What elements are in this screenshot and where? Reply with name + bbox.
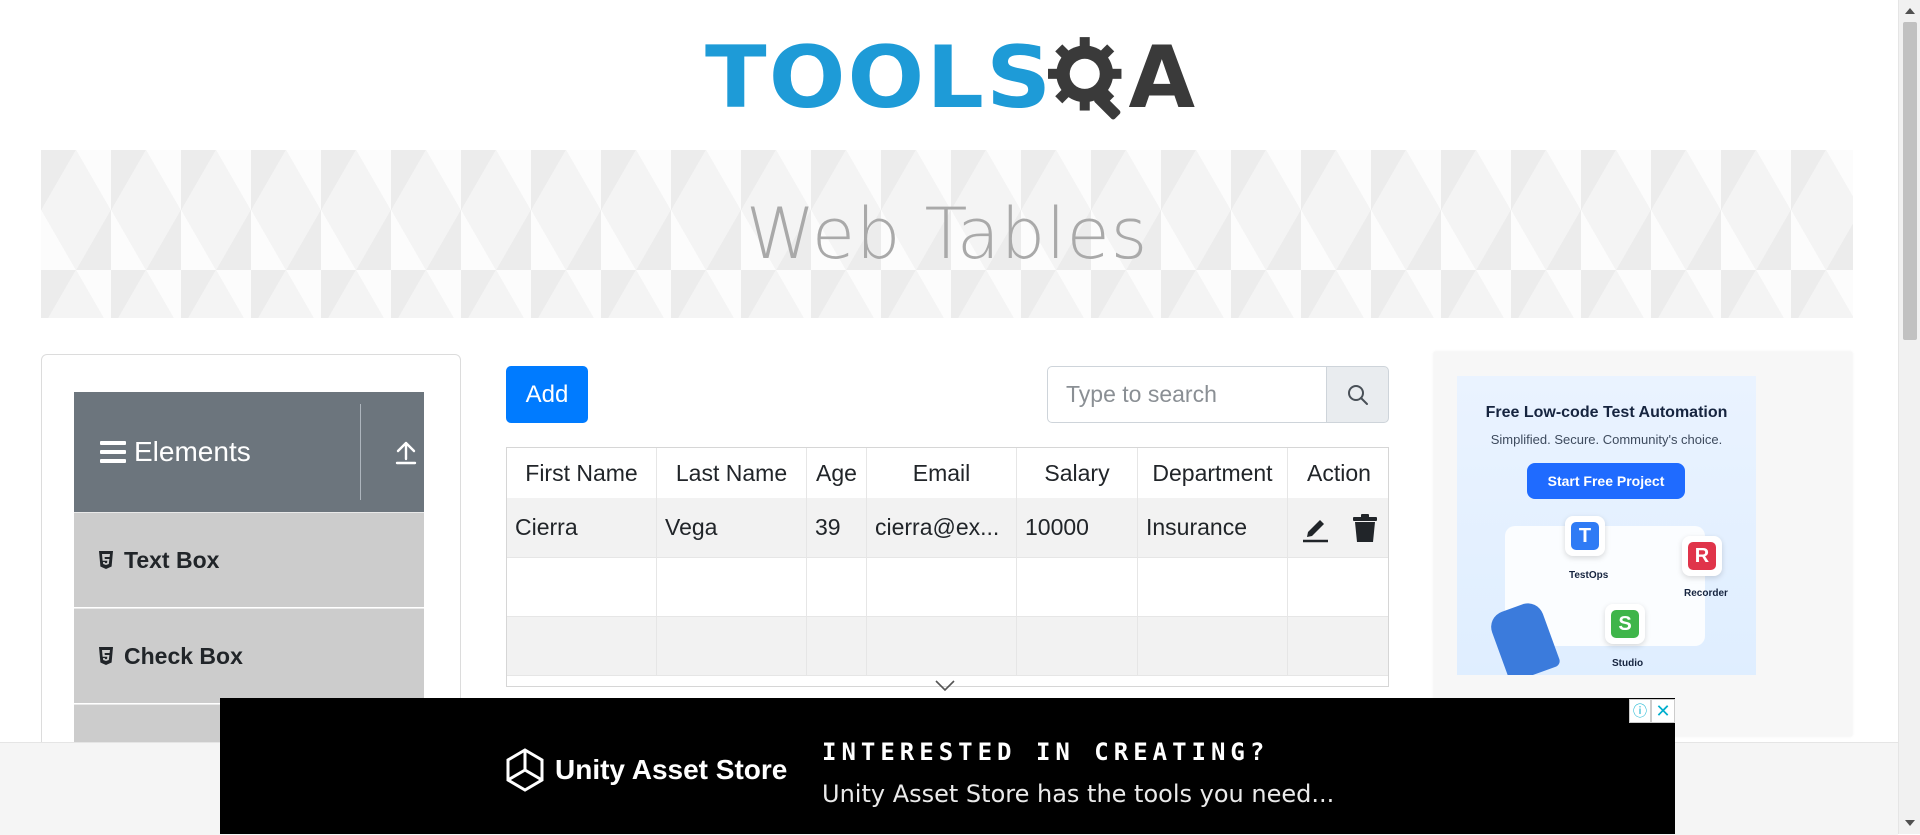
search-icon: [1347, 384, 1368, 405]
divider: [360, 404, 361, 500]
column-header-first-name[interactable]: First Name: [507, 448, 657, 498]
cell-last-name: Vega: [657, 498, 807, 557]
scroll-down-arrow-icon[interactable]: [1899, 812, 1920, 834]
logo-text-a: A: [1128, 28, 1195, 128]
cell-first-name: Cierra: [507, 498, 657, 557]
recorder-icon: R: [1682, 536, 1722, 576]
bottom-ad-banner[interactable]: Unity Asset Store INTERESTED IN CREATING…: [220, 698, 1675, 834]
web-table: First Name Last Name Age Email Salary De…: [506, 447, 1389, 687]
upload-icon[interactable]: [394, 440, 418, 466]
scrollbar-thumb[interactable]: [1903, 22, 1917, 340]
column-header-salary[interactable]: Salary: [1017, 448, 1138, 498]
column-header-action: Action: [1307, 459, 1371, 486]
ad-headline: INTERESTED IN CREATING?: [822, 738, 1270, 766]
ad-tile-label: Recorder: [1684, 588, 1728, 599]
html5-icon: [99, 647, 113, 665]
ad-title: Free Low-code Test Automation: [1485, 404, 1728, 421]
column-header-department[interactable]: Department: [1138, 448, 1288, 498]
right-ad-banner[interactable]: Free Low-code Test Automation Simplified…: [1457, 376, 1756, 675]
sidebar-item-text-box[interactable]: Text Box: [74, 512, 424, 607]
delete-icon[interactable]: [1352, 513, 1378, 543]
edit-icon[interactable]: [1300, 513, 1330, 543]
unity-cube-icon: [506, 748, 544, 792]
unity-asset-store-logo: Unity Asset Store: [505, 748, 787, 792]
ad-brand: Unity Asset Store: [555, 754, 788, 785]
vertical-scrollbar[interactable]: [1898, 0, 1920, 834]
ad-tile-label: TestOps: [1569, 570, 1609, 581]
ad-cta-button[interactable]: Start Free Project: [1527, 463, 1685, 499]
search-box: [1047, 366, 1389, 423]
cell-email: cierra@ex...: [867, 498, 1017, 557]
testops-icon: T: [1565, 516, 1605, 556]
sidebar-item-label: Text Box: [124, 546, 220, 573]
studio-icon: S: [1605, 604, 1645, 644]
ad-tile-label: Studio: [1612, 658, 1644, 669]
sidebar-item-label: Check Box: [124, 642, 243, 669]
gear-magnifier-icon: [1047, 37, 1122, 120]
logo-text-tools: TOOLS: [705, 28, 1054, 128]
table-header-row: First Name Last Name Age Email Salary De…: [507, 448, 1388, 498]
chevron-down-icon: [935, 680, 955, 692]
html5-icon: [99, 551, 113, 569]
hamburger-icon: [100, 441, 126, 463]
cell-age: 39: [807, 498, 867, 557]
ad-subline: Unity Asset Store has the tools you need…: [822, 780, 1335, 808]
toolsqa-logo[interactable]: TOOLS A: [705, 22, 1195, 134]
page-banner: Web Tables: [41, 150, 1853, 318]
search-input[interactable]: [1047, 366, 1327, 423]
column-header-last-name[interactable]: Last Name: [657, 448, 807, 498]
cell-department: Insurance: [1138, 498, 1288, 557]
cell-action: [1288, 498, 1388, 557]
ad-subtitle: Simplified. Secure. Community's choice.: [1490, 432, 1723, 447]
sidebar-group-title: Elements: [134, 436, 251, 467]
page-title: Web Tables: [745, 193, 1149, 275]
cell-salary: 10000: [1017, 498, 1138, 557]
sidebar-group-elements[interactable]: Elements: [74, 392, 424, 512]
table-row: Cierra Vega 39 cierra@ex... 10000 Insura…: [507, 498, 1388, 558]
ad-info-icon[interactable]: ⓘ: [1629, 699, 1651, 723]
column-header-age[interactable]: Age: [807, 448, 867, 498]
add-button[interactable]: Add: [506, 366, 588, 423]
scroll-up-arrow-icon[interactable]: [1899, 0, 1920, 22]
table-row-empty: [507, 558, 1388, 617]
sidebar-item-check-box[interactable]: Check Box: [74, 608, 424, 703]
table-row-empty: [507, 617, 1388, 676]
search-button[interactable]: [1326, 366, 1389, 423]
column-header-email[interactable]: Email: [867, 448, 1017, 498]
ad-close-icon[interactable]: ✕: [1651, 699, 1675, 723]
